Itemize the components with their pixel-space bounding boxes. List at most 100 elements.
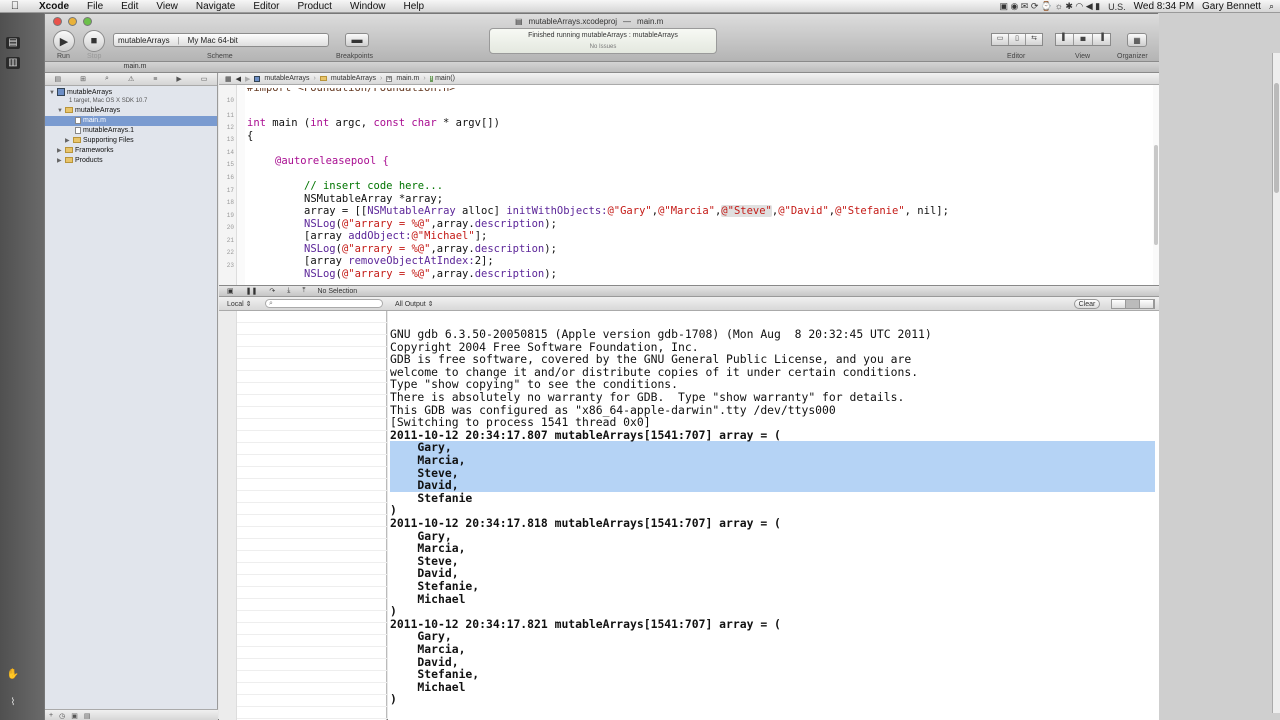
code-token: alloc] xyxy=(455,205,507,217)
breakpoint-navigator-icon[interactable]: ▶ xyxy=(176,75,181,83)
tree-group-supporting[interactable]: ▶ Supporting Files xyxy=(45,136,217,146)
status-icons[interactable]: ▣ ◉ ✉ ⟳ ⌚ ☼ ✱ ◠ ◀ ▮ xyxy=(999,1,1100,12)
run-button[interactable]: ▶ xyxy=(53,30,75,52)
edited-filter-icon[interactable]: ▣ xyxy=(71,712,78,720)
menu-navigate[interactable]: Navigate xyxy=(187,0,244,13)
menu-user[interactable]: Gary Bennett xyxy=(1202,1,1261,12)
tree-file-man-page[interactable]: mutableArrays.1 xyxy=(45,126,217,136)
search-icon: ⌕ xyxy=(269,300,273,307)
menu-product[interactable]: Product xyxy=(288,0,340,13)
project-icon xyxy=(254,75,261,82)
menu-help[interactable]: Help xyxy=(395,0,434,13)
symbol-navigator-icon[interactable]: ⊞ xyxy=(80,75,86,83)
code-line-22: [array removeObjectAtIndex:2]; xyxy=(304,255,494,267)
variables-view[interactable] xyxy=(219,311,387,720)
breadcrumb-project[interactable]: mutableArrays xyxy=(254,75,310,82)
menu-app[interactable]: Xcode xyxy=(30,0,78,13)
step-over-icon[interactable]: ↷ xyxy=(269,287,275,295)
document-icon[interactable]: ▥ xyxy=(6,57,20,69)
recent-filter-icon[interactable]: ◷ xyxy=(59,712,65,720)
console-output[interactable]: GNU gdb 6.3.50-20050815 (Apple version g… xyxy=(388,311,1159,720)
search-navigator-icon[interactable]: ⌕ xyxy=(105,75,109,83)
hide-debug-area-icon[interactable]: ▣ xyxy=(227,287,234,295)
variables-search-field[interactable]: ⌕ xyxy=(265,299,383,308)
step-out-icon[interactable]: ⤒ xyxy=(302,287,305,295)
tree-file-main-m[interactable]: m main.m xyxy=(45,116,217,126)
step-into-icon[interactable]: ⤓ xyxy=(287,287,290,295)
zoom-window-icon[interactable] xyxy=(83,17,92,26)
line-number-gutter[interactable]: 10 11 12 13 14 15 16 17 18 19 20 21 22 2… xyxy=(219,85,237,285)
project-navigator-icon[interactable]: ▤ xyxy=(55,75,62,83)
background-scroll-thumb[interactable] xyxy=(1274,83,1279,193)
utilities-toggle-icon[interactable]: ▐ xyxy=(1093,34,1110,45)
spotlight-icon[interactable]: ⌕ xyxy=(1269,1,1274,12)
related-items-icon[interactable]: ▦ xyxy=(225,75,232,83)
menu-view[interactable]: View xyxy=(147,0,187,13)
breadcrumb-file[interactable]: m main.m xyxy=(386,75,419,82)
output-filter-popup[interactable]: All Output ⇕ xyxy=(395,300,434,308)
source-editor[interactable]: 10 11 12 13 14 15 16 17 18 19 20 21 22 2… xyxy=(219,85,1159,285)
breakpoints-button[interactable]: ▬ xyxy=(345,33,369,47)
disclosure-open-icon[interactable]: ▼ xyxy=(57,106,65,116)
editor-scrollbar[interactable] xyxy=(1153,85,1159,285)
tree-group-products[interactable]: ▶ Products xyxy=(45,156,217,166)
disclosure-open-icon[interactable]: ▼ xyxy=(49,88,57,98)
variable-row xyxy=(237,359,387,371)
menu-editor[interactable]: Editor xyxy=(244,0,288,13)
breadcrumb-group[interactable]: mutableArrays xyxy=(319,75,376,82)
stop-button[interactable]: ■ xyxy=(83,30,105,52)
clear-console-button[interactable]: Clear xyxy=(1074,299,1100,309)
apple-menu-icon[interactable]:  xyxy=(0,0,30,12)
variable-row xyxy=(237,611,387,623)
console-line: 2011-10-12 20:34:17.818 mutableArrays[15… xyxy=(390,516,781,530)
activity-status: Finished running mutableArrays : mutable… xyxy=(528,32,678,39)
disclosure-closed-icon[interactable]: ▶ xyxy=(57,156,65,166)
add-icon[interactable]: + xyxy=(49,712,53,719)
thread-selection[interactable]: No Selection xyxy=(317,288,357,295)
menu-clock[interactable]: Wed 8:34 PM xyxy=(1134,1,1194,12)
tree-project[interactable]: ▼ mutableArrays xyxy=(45,88,217,98)
debug-navigator-icon[interactable]: ≡ xyxy=(153,76,157,83)
version-editor-icon[interactable]: ⇆ xyxy=(1026,34,1042,45)
log-navigator-icon[interactable]: ▭ xyxy=(201,75,208,83)
menu-file[interactable]: File xyxy=(78,0,112,13)
input-source[interactable]: U.S. xyxy=(1108,2,1126,12)
assistant-editor-icon[interactable]: ▯ xyxy=(1009,34,1026,45)
editor-scroll-thumb[interactable] xyxy=(1154,145,1158,245)
pause-icon[interactable]: ❚❚ xyxy=(246,287,258,295)
code-token: addObject: xyxy=(348,230,412,242)
console-line: Stefanie xyxy=(390,490,473,505)
disclosure-closed-icon[interactable]: ▶ xyxy=(65,136,73,146)
split-view-icon[interactable] xyxy=(1126,300,1140,308)
menu-edit[interactable]: Edit xyxy=(112,0,147,13)
back-icon[interactable]: ◀ xyxy=(236,75,241,83)
hand-icon[interactable]: ✋ xyxy=(6,669,20,681)
disclosure-closed-icon[interactable]: ▶ xyxy=(57,146,65,156)
scheme-selector[interactable]: mutableArrays | My Mac 64-bit xyxy=(113,33,329,47)
minimize-window-icon[interactable] xyxy=(68,17,77,26)
paperclip-icon[interactable]: ⌇ xyxy=(6,697,20,709)
breadcrumb-function[interactable]: f main() xyxy=(429,75,455,82)
variable-row xyxy=(237,467,387,479)
tree-group-frameworks[interactable]: ▶ Frameworks xyxy=(45,146,217,156)
scm-filter-icon[interactable]: ▤ xyxy=(84,712,91,720)
debug-view-segmented-control[interactable] xyxy=(1111,299,1155,309)
close-window-icon[interactable] xyxy=(53,17,62,26)
variables-scope-popup[interactable]: Local ⇕ xyxy=(227,300,252,308)
variables-only-icon[interactable] xyxy=(1112,300,1126,308)
issue-navigator-icon[interactable]: ⚠ xyxy=(128,75,134,83)
tree-group-mutablearrays[interactable]: ▼ mutableArrays xyxy=(45,106,217,116)
standard-editor-icon[interactable]: ▭ xyxy=(992,34,1009,45)
focus-ribbon[interactable] xyxy=(237,85,245,285)
tab-main-m[interactable]: main.m xyxy=(85,63,185,70)
printer-icon[interactable]: ▤ xyxy=(6,37,20,49)
organizer-button[interactable]: ▦ xyxy=(1127,33,1147,47)
navigator-toggle-icon[interactable]: ▌ xyxy=(1056,34,1075,45)
view-segmented-control[interactable]: ▌ ▄ ▐ xyxy=(1055,33,1111,46)
editor-segmented-control[interactable]: ▭ ▯ ⇆ xyxy=(991,33,1043,46)
menu-window[interactable]: Window xyxy=(341,0,395,13)
debug-area-toggle-icon[interactable]: ▄ xyxy=(1074,34,1093,45)
tree-group-label: mutableArrays xyxy=(75,107,121,114)
forward-icon[interactable]: ▶ xyxy=(245,75,250,83)
console-only-icon[interactable] xyxy=(1140,300,1154,308)
